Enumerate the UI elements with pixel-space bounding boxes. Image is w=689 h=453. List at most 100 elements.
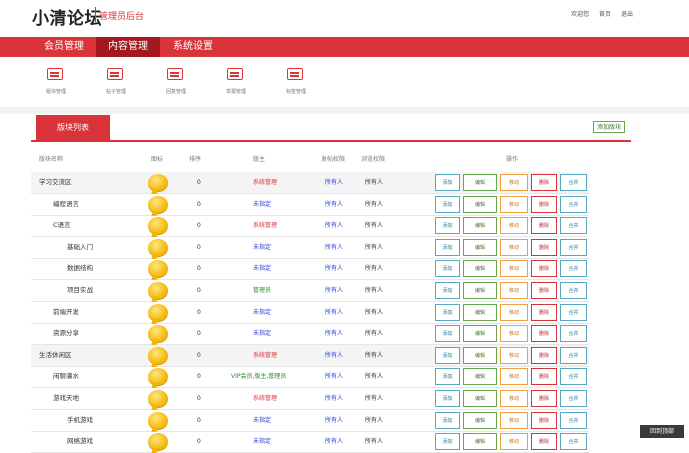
merge-button[interactable]: 合并 (560, 368, 587, 386)
welcome-text: 欢迎您 (571, 11, 590, 18)
merge-button[interactable]: 合并 (560, 303, 587, 321)
move-button[interactable]: 移动 (500, 238, 528, 256)
edit-button[interactable]: 编辑 (463, 282, 497, 299)
board-name[interactable]: 网络游戏 (67, 431, 93, 452)
merge-button[interactable]: 合并 (560, 174, 587, 191)
merge-button[interactable]: 合并 (560, 260, 587, 278)
add-sub-button[interactable]: 添加 (435, 282, 460, 299)
delete-button[interactable]: 删除 (531, 390, 557, 407)
nav-content[interactable]: 内容管理 (96, 37, 160, 57)
table-row: 生活休闲区 0 系统管理 所有人 所有人 添加 编辑 移动 删除 合并 (31, 344, 589, 367)
delete-button[interactable]: 删除 (531, 260, 557, 278)
add-board-button[interactable]: 添加版块 (593, 121, 625, 133)
board-name[interactable]: 生活休闲区 (39, 345, 72, 366)
add-sub-button[interactable]: 添加 (435, 217, 460, 235)
move-button[interactable]: 移动 (500, 325, 528, 343)
board-moderator: 未指定 (253, 330, 272, 338)
delete-button[interactable]: 删除 (531, 346, 557, 364)
delete-button[interactable]: 删除 (531, 368, 557, 386)
board-post-perm: 所有人 (325, 351, 344, 359)
board-panel: 版块列表 添加版块 版块名称 图标 排序 版主 发帖权限 浏览权限 操作 学习交… (31, 114, 631, 453)
edit-button[interactable]: 编辑 (463, 346, 497, 364)
merge-button[interactable]: 合并 (560, 346, 587, 364)
edit-button[interactable]: 编辑 (463, 303, 497, 321)
tab-board-list[interactable]: 版块列表 (36, 115, 110, 140)
move-button[interactable]: 移动 (500, 346, 528, 364)
board-name[interactable]: 游戏天地 (53, 388, 79, 409)
delete-button[interactable]: 删除 (531, 325, 557, 343)
add-sub-button[interactable]: 添加 (435, 174, 460, 191)
site-logo[interactable]: 小清论坛 (32, 4, 102, 29)
delete-button[interactable]: 删除 (531, 217, 557, 235)
edit-button[interactable]: 编辑 (463, 325, 497, 343)
board-name[interactable]: 编程语言 (53, 194, 79, 215)
edit-button[interactable]: 编辑 (463, 195, 497, 213)
move-button[interactable]: 移动 (500, 411, 528, 429)
move-button[interactable]: 移动 (500, 433, 528, 451)
board-name[interactable]: 数据结构 (67, 258, 93, 279)
merge-button[interactable]: 合并 (560, 390, 587, 407)
board-name[interactable]: 闲聊灌水 (53, 366, 79, 387)
edit-button[interactable]: 编辑 (463, 433, 497, 451)
merge-button[interactable]: 合并 (560, 238, 587, 256)
delete-button[interactable]: 删除 (531, 433, 557, 451)
add-sub-button[interactable]: 添加 (435, 195, 460, 213)
edit-button[interactable]: 编辑 (463, 390, 497, 407)
move-button[interactable]: 移动 (500, 195, 528, 213)
merge-button[interactable]: 合并 (560, 433, 587, 451)
delete-button[interactable]: 删除 (531, 238, 557, 256)
delete-button[interactable]: 删除 (531, 195, 557, 213)
board-bubble-icon (148, 346, 168, 364)
delete-button[interactable]: 删除 (531, 303, 557, 321)
edit-button[interactable]: 编辑 (463, 174, 497, 191)
nav-system[interactable]: 系统设置 (160, 37, 226, 57)
logout-link[interactable]: 退出 (621, 11, 633, 18)
board-sort: 0 (197, 222, 201, 230)
board-name[interactable]: 资源分享 (53, 323, 79, 344)
edit-button[interactable]: 编辑 (463, 368, 497, 386)
add-sub-button[interactable]: 添加 (435, 346, 460, 364)
board-name[interactable]: 项目实战 (67, 280, 93, 301)
board-name[interactable]: 前端开发 (53, 302, 79, 323)
move-button[interactable]: 移动 (500, 368, 528, 386)
board-post-perm: 所有人 (325, 222, 344, 230)
th-sort: 排序 (189, 156, 202, 163)
add-sub-button[interactable]: 添加 (435, 260, 460, 278)
edit-button[interactable]: 编辑 (463, 260, 497, 278)
move-button[interactable]: 移动 (500, 174, 528, 191)
add-sub-button[interactable]: 添加 (435, 325, 460, 343)
delete-button[interactable]: 删除 (531, 174, 557, 191)
home-link[interactable]: 首页 (599, 11, 611, 18)
add-sub-button[interactable]: 添加 (435, 303, 460, 321)
delete-button[interactable]: 删除 (531, 282, 557, 299)
edit-button[interactable]: 编辑 (463, 217, 497, 235)
merge-button[interactable]: 合并 (560, 282, 587, 299)
nav-member[interactable]: 会员管理 (32, 37, 96, 57)
move-button[interactable]: 移动 (500, 260, 528, 278)
merge-button[interactable]: 合并 (560, 325, 587, 343)
board-name[interactable]: C语言 (53, 215, 71, 236)
board-post-perm: 所有人 (325, 395, 344, 402)
add-sub-button[interactable]: 添加 (435, 368, 460, 386)
move-button[interactable]: 移动 (500, 390, 528, 407)
board-bubble-icon (148, 260, 168, 278)
board-view-perm: 所有人 (365, 308, 384, 316)
merge-button[interactable]: 合并 (560, 411, 587, 429)
back-to-top-widget[interactable]: 回到顶部 (640, 425, 684, 438)
board-name[interactable]: 手机游戏 (67, 410, 93, 431)
move-button[interactable]: 移动 (500, 217, 528, 235)
edit-button[interactable]: 编辑 (463, 411, 497, 429)
board-name[interactable]: 学习交流区 (39, 172, 72, 193)
board-name[interactable]: 基础入门 (67, 237, 93, 258)
edit-button[interactable]: 编辑 (463, 238, 497, 256)
move-button[interactable]: 移动 (500, 282, 528, 299)
delete-button[interactable]: 删除 (531, 411, 557, 429)
add-sub-button[interactable]: 添加 (435, 390, 460, 407)
merge-button[interactable]: 合并 (560, 195, 587, 213)
add-sub-button[interactable]: 添加 (435, 433, 460, 451)
th-post-perm: 发帖权限 (321, 156, 346, 163)
add-sub-button[interactable]: 添加 (435, 238, 460, 256)
move-button[interactable]: 移动 (500, 303, 528, 321)
add-sub-button[interactable]: 添加 (435, 411, 460, 429)
merge-button[interactable]: 合并 (560, 217, 587, 235)
